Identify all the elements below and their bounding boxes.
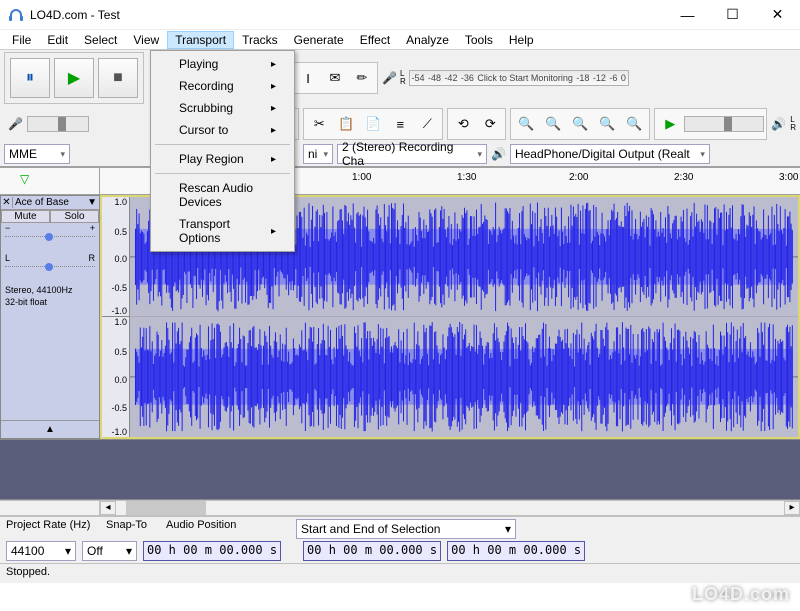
snap-to-select[interactable]: Off▾ [82,541,137,561]
menu-tracks[interactable]: Tracks [234,31,286,49]
playback-speed-slider[interactable] [684,116,764,132]
solo-button[interactable]: Solo [50,210,99,223]
timeline[interactable]: ▽ 1:00 1:30 2:00 2:30 3:00 [0,167,800,195]
trim-icon[interactable]: ≡ [387,111,413,137]
track: ✕ Ace of Base▼ Mute Solo −+ LR Stereo, 4… [0,195,800,440]
track-name[interactable]: Ace of Base▼ [13,196,99,209]
undo-icon[interactable]: ⟲ [450,111,476,137]
track-close-button[interactable]: ✕ [1,197,13,208]
project-rate-label: Project Rate (Hz) [6,519,96,539]
playback-device-select[interactable]: HeadPhone/Digital Output (Realt▾ [510,144,710,164]
dd-sep [155,173,290,174]
toolbars: ⏸ ▶ ■ I ✉ ✏ 🎤 LR -54-48-42-36 Click to S… [0,50,800,167]
zoom-sel-icon[interactable]: 🔍 [567,111,593,137]
menu-effect[interactable]: Effect [352,31,398,49]
playhead-marker-icon[interactable]: ▽ [20,172,29,186]
dd-scrubbing[interactable]: Scrubbing▸ [153,97,292,119]
paste-icon[interactable]: 📄 [360,111,386,137]
horizontal-scrollbar[interactable]: ◂ ▸ [0,500,800,516]
project-rate-select[interactable]: 44100▾ [6,541,76,561]
recording-device-select[interactable]: ni▾ [303,144,333,164]
gain-slider[interactable] [5,236,95,250]
dd-play-region[interactable]: Play Region▸ [153,148,292,170]
tool-draw-icon[interactable]: ✏ [349,65,375,91]
zoom-fit-icon[interactable]: 🔍 [594,111,620,137]
tool-envelope-icon[interactable]: ✉ [322,65,348,91]
menu-select[interactable]: Select [76,31,125,49]
status-bar: Stopped. [0,563,800,583]
amplitude-scale: 1.0 0.5 0.0 -0.5 -1.0 [102,197,130,316]
play-button[interactable]: ▶ [54,58,94,98]
selection-format-select[interactable]: Start and End of Selection▾ [296,519,516,539]
dd-playing[interactable]: Playing▸ [153,53,292,75]
selection-start-field[interactable]: 00 h 00 m 00.000 s [303,541,441,561]
cut-icon[interactable]: ✂ [306,111,332,137]
track-collapse-button[interactable]: ▲ [1,420,99,438]
redo-icon[interactable]: ⟳ [477,111,503,137]
snap-label: Snap-To [106,519,156,539]
menu-analyze[interactable]: Analyze [398,31,457,49]
device-toolbar: MME▾ ni▾ 2 (Stereo) Recording Cha▾ 🔊 Hea… [0,142,800,166]
silence-icon[interactable]: ⟋ [414,111,440,137]
close-button[interactable]: ✕ [755,0,800,30]
tool-selection-icon[interactable]: I [295,65,321,91]
dd-recording[interactable]: Recording▸ [153,75,292,97]
transport-dropdown: Playing▸ Recording▸ Scrubbing▸ Cursor to… [150,50,295,252]
zoom-toggle-icon[interactable]: 🔍 [621,111,647,137]
scroll-left-button[interactable]: ◂ [100,501,116,515]
tools-palette: I ✉ ✏ [292,62,378,94]
minimize-button[interactable]: — [665,0,710,30]
window-title: LO4D.com - Test [30,8,120,22]
menu-file[interactable]: File [4,31,39,49]
scrollbar-thumb[interactable] [126,501,206,515]
status-text: Stopped. [6,566,50,578]
amplitude-scale: 1.0 0.5 0.0 -0.5 -1.0 [102,317,130,437]
app-icon [8,7,24,23]
stop-button[interactable]: ■ [98,58,138,98]
copy-icon[interactable]: 📋 [333,111,359,137]
dd-transport-options[interactable]: Transport Options▸ [153,213,292,249]
scroll-right-button[interactable]: ▸ [784,501,800,515]
mic-icon: 🎤 [382,71,397,85]
recording-meter[interactable]: -54-48-42-36 Click to Start Monitoring -… [409,70,629,86]
dd-sep [155,144,290,145]
menu-help[interactable]: Help [501,31,542,49]
recording-channels-select[interactable]: 2 (Stereo) Recording Cha▾ [337,144,487,164]
speaker-icon: 🔊 [491,147,506,161]
zoom-tools: 🔍 🔍 🔍 🔍 🔍 [510,108,650,140]
transport-controls: ⏸ ▶ ■ [4,52,144,104]
audio-position-field[interactable]: 00 h 00 m 00.000 s [143,541,281,561]
menu-generate[interactable]: Generate [286,31,352,49]
mic-icon: 🎤 [8,117,23,131]
dd-cursor-to[interactable]: Cursor to▸ [153,119,292,141]
edit-tools: ✂ 📋 📄 ≡ ⟋ [303,108,443,140]
menu-tools[interactable]: Tools [457,31,501,49]
titlebar: LO4D.com - Test — ☐ ✕ [0,0,800,30]
maximize-button[interactable]: ☐ [710,0,755,30]
selection-end-field[interactable]: 00 h 00 m 00.000 s [447,541,585,561]
speaker-icon: 🔊 [771,117,786,131]
mute-button[interactable]: Mute [1,210,50,223]
pause-button[interactable]: ⏸ [10,58,50,98]
dd-rescan[interactable]: Rescan Audio Devices [153,177,292,213]
menu-transport[interactable]: Transport [167,31,234,49]
zoom-out-icon[interactable]: 🔍 [540,111,566,137]
recording-volume-slider[interactable] [27,116,89,132]
audio-position-label: Audio Position [166,519,286,539]
audio-host-select[interactable]: MME▾ [4,144,70,164]
waveform-right[interactable] [130,317,798,437]
tracks-background[interactable] [0,440,800,500]
pan-slider[interactable] [5,266,95,280]
menu-view[interactable]: View [125,31,167,49]
track-info: Stereo, 44100Hz32-bit float [1,283,99,310]
zoom-in-icon[interactable]: 🔍 [513,111,539,137]
play-at-speed-icon[interactable]: ▶ [657,111,683,137]
menu-edit[interactable]: Edit [39,31,76,49]
selection-bar: Project Rate (Hz) Snap-To Audio Position… [0,516,800,563]
menubar: File Edit Select View Transport Tracks G… [0,30,800,50]
watermark: LO4D.com [692,584,790,605]
track-control-panel: ✕ Ace of Base▼ Mute Solo −+ LR Stereo, 4… [0,195,100,439]
